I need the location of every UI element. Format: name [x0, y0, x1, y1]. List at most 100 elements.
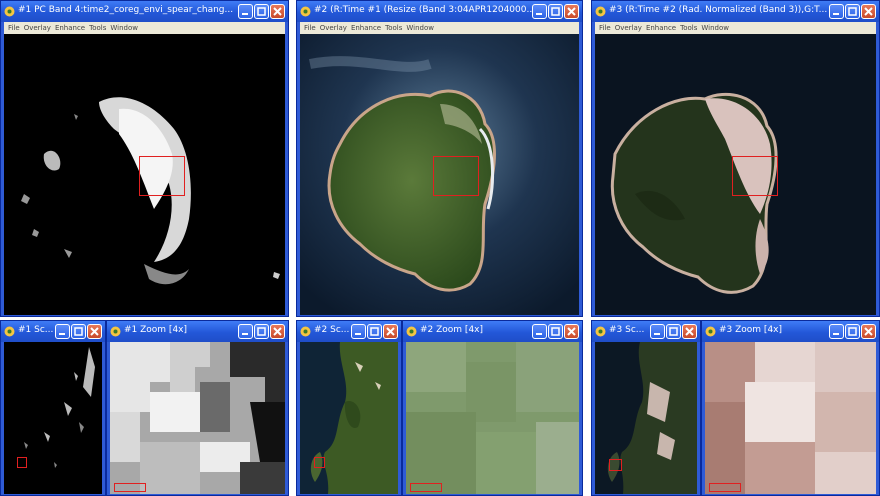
title-bar[interactable]: #3 (R:Time #2 (Rad. Normalized (Band 3))… [592, 1, 879, 22]
close-button[interactable] [270, 4, 285, 19]
image-view[interactable] [595, 34, 876, 315]
minimize-button[interactable] [238, 4, 253, 19]
menu-window[interactable]: Window [110, 22, 138, 34]
title-bar[interactable]: #1 PC Band 4:time2_coreg_envi_spear_chan… [1, 1, 288, 22]
menu-tools[interactable]: Tools [385, 22, 402, 34]
title-bar[interactable]: #3 Zoom [4x] [702, 321, 879, 342]
zoom-view[interactable] [406, 342, 579, 494]
minimize-button[interactable] [55, 324, 70, 339]
minimize-icon [355, 333, 361, 335]
zoom-view[interactable] [110, 342, 285, 494]
maximize-button[interactable] [254, 324, 269, 339]
menu-overlay[interactable]: Overlay [24, 22, 51, 34]
title-bar[interactable]: #2 Zoom [4x] [403, 321, 582, 342]
image-view[interactable] [300, 34, 579, 315]
scroll-window-2[interactable]: #2 Sc... [296, 320, 402, 496]
zoomed-image [406, 342, 579, 494]
minimize-button[interactable] [829, 4, 844, 19]
menu-bar: File Overlay Enhance Tools Window [4, 22, 285, 34]
zoom-window-3[interactable]: #3 Zoom [4x] [701, 320, 880, 496]
title-bar[interactable]: #2 (R:Time #1 (Resize (Band 3:04APR12040… [297, 1, 582, 22]
menu-overlay[interactable]: Overlay [320, 22, 347, 34]
menu-file[interactable]: File [8, 22, 20, 34]
scroll-window-3[interactable]: #3 Sc... [591, 320, 701, 496]
maximize-button[interactable] [367, 324, 382, 339]
scroll-view[interactable] [4, 342, 102, 494]
close-icon [567, 7, 576, 16]
window-title: #1 Sc... [18, 325, 54, 335]
close-button[interactable] [270, 324, 285, 339]
app-icon [406, 326, 417, 337]
roi-box[interactable] [732, 156, 778, 196]
minimize-button[interactable] [238, 324, 253, 339]
minimize-button[interactable] [351, 324, 366, 339]
menu-enhance[interactable]: Enhance [55, 22, 85, 34]
scroll-view[interactable] [300, 342, 398, 494]
zoom-window-2[interactable]: #2 Zoom [4x] [402, 320, 583, 496]
maximize-button[interactable] [71, 324, 86, 339]
menu-tools[interactable]: Tools [89, 22, 106, 34]
zoom-view[interactable] [705, 342, 876, 494]
zoom-roi-marker [410, 483, 442, 492]
roi-box[interactable] [139, 156, 185, 196]
maximize-button[interactable] [254, 4, 269, 19]
scroll-roi-box[interactable] [17, 457, 27, 468]
minimize-button[interactable] [829, 324, 844, 339]
maximize-icon [74, 327, 83, 336]
maximize-icon [257, 7, 266, 16]
minimize-button[interactable] [650, 324, 665, 339]
menu-file[interactable]: File [304, 22, 316, 34]
menu-enhance[interactable]: Enhance [351, 22, 381, 34]
close-button[interactable] [682, 324, 697, 339]
app-icon [300, 6, 311, 17]
close-button[interactable] [861, 324, 876, 339]
menu-tools[interactable]: Tools [680, 22, 697, 34]
menu-bar: File Overlay Enhance Tools Window [595, 22, 876, 34]
maximize-button[interactable] [845, 324, 860, 339]
maximize-icon [848, 7, 857, 16]
title-bar[interactable]: #1 Zoom [4x] [107, 321, 288, 342]
minimize-icon [654, 333, 660, 335]
overview-image [300, 342, 398, 494]
window-title: #2 (R:Time #1 (Resize (Band 3:04APR12040… [314, 5, 532, 15]
menu-file[interactable]: File [599, 22, 611, 34]
minimize-button[interactable] [532, 324, 547, 339]
close-icon [386, 327, 395, 336]
scroll-roi-box[interactable] [314, 457, 325, 468]
app-icon [705, 326, 716, 337]
window-title: #3 (R:Time #2 (Rad. Normalized (Band 3))… [609, 5, 828, 15]
zoom-window-1[interactable]: #1 Zoom [4x] [106, 320, 289, 496]
title-bar[interactable]: #1 Sc... [1, 321, 105, 342]
scroll-roi-box[interactable] [609, 459, 622, 471]
close-icon [864, 7, 873, 16]
title-bar[interactable]: #3 Sc... [592, 321, 700, 342]
maximize-button[interactable] [548, 4, 563, 19]
maximize-icon [370, 327, 379, 336]
menu-window[interactable]: Window [701, 22, 729, 34]
close-icon [685, 327, 694, 336]
image-window-2[interactable]: #2 (R:Time #1 (Resize (Band 3:04APR12040… [296, 0, 583, 317]
close-button[interactable] [564, 324, 579, 339]
scroll-window-1[interactable]: #1 Sc... [0, 320, 106, 496]
title-bar[interactable]: #2 Sc... [297, 321, 401, 342]
close-button[interactable] [87, 324, 102, 339]
image-window-3[interactable]: #3 (R:Time #2 (Rad. Normalized (Band 3))… [591, 0, 880, 317]
close-button[interactable] [861, 4, 876, 19]
close-button[interactable] [564, 4, 579, 19]
menu-enhance[interactable]: Enhance [646, 22, 676, 34]
image-window-1[interactable]: #1 PC Band 4:time2_coreg_envi_spear_chan… [0, 0, 289, 317]
minimize-button[interactable] [532, 4, 547, 19]
maximize-button[interactable] [666, 324, 681, 339]
close-button[interactable] [383, 324, 398, 339]
menu-overlay[interactable]: Overlay [615, 22, 642, 34]
image-view[interactable] [4, 34, 285, 315]
maximize-icon [257, 327, 266, 336]
scroll-view[interactable] [595, 342, 697, 494]
maximize-button[interactable] [845, 4, 860, 19]
menu-window[interactable]: Window [406, 22, 434, 34]
roi-box[interactable] [433, 156, 479, 196]
zoom-roi-marker [709, 483, 741, 492]
app-icon [4, 326, 15, 337]
overview-image [595, 342, 697, 494]
maximize-button[interactable] [548, 324, 563, 339]
